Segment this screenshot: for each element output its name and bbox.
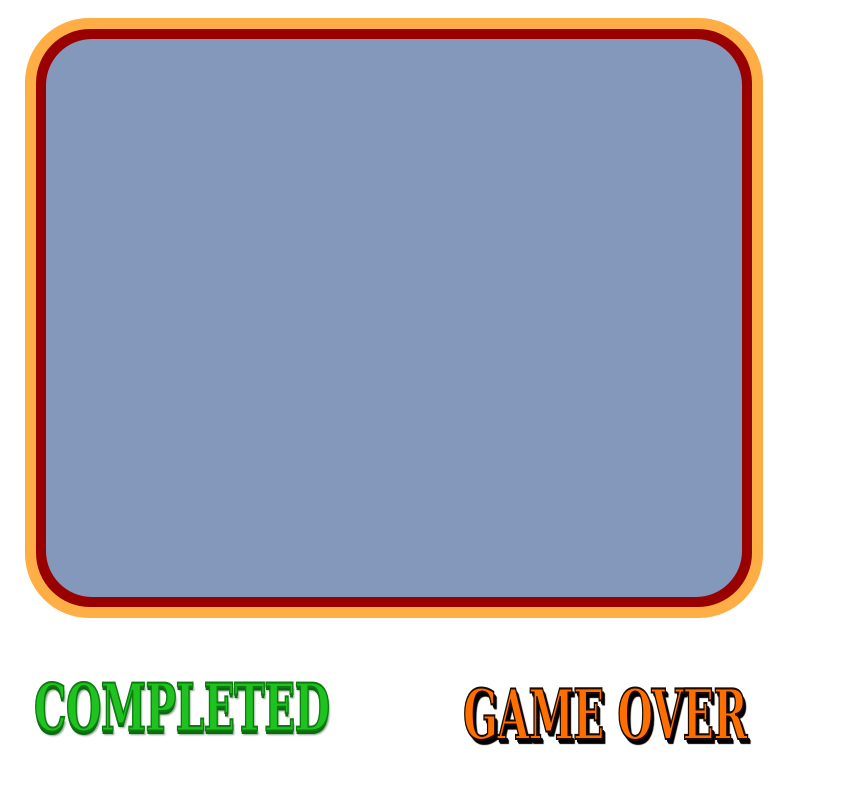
completed-label: COMPLETED [33, 669, 330, 747]
dialog-panel-inner-frame [36, 29, 752, 607]
game-over-label: GAME OVER [462, 673, 748, 756]
dialog-panel-outer-frame [25, 18, 763, 618]
dialog-panel-body [46, 39, 742, 597]
